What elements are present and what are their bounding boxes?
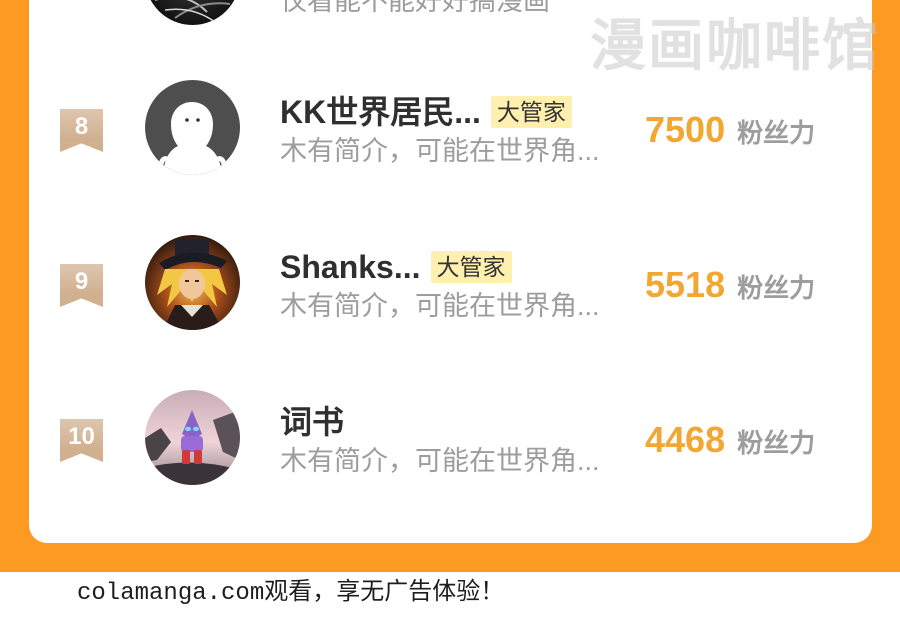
rank-badge: 9 [60, 264, 103, 307]
list-item[interactable]: 9 Shanks... 大管家 木有简介，可能在世界角... 5518 粉丝力 [0, 235, 900, 335]
user-bio: 木有简介，可能在世界角... [280, 291, 600, 321]
role-badge: 大管家 [490, 96, 572, 128]
rank-badge: 10 [60, 419, 103, 462]
user-name: KK世界居民... [280, 94, 481, 130]
name-line: KK世界居民... 大管家 [280, 93, 572, 131]
fan-power-label: 粉丝力 [737, 428, 816, 458]
ranking-list: 仅看能不能好好搞漫画 8 KK世界居民... 大管家 木有简介，可能在世界角..… [0, 0, 900, 572]
list-item[interactable]: 8 KK世界居民... 大管家 木有简介，可能在世界角... 7500 粉丝力 [0, 80, 900, 180]
name-line: 词书 [280, 403, 344, 441]
fan-power-label: 粉丝力 [737, 273, 816, 303]
fan-power-value: 4468 [645, 419, 726, 460]
footer: colamanga.com观看，享无广告体验！ [0, 572, 900, 640]
user-name: 词书 [280, 404, 345, 440]
rank-badge: 8 [60, 109, 103, 152]
list-item[interactable]: 10 词书 木有简介，可能在世界角... 4468 粉丝力 [0, 390, 900, 490]
default-user-avatar[interactable] [145, 80, 240, 175]
fan-power: 4468 粉丝力 [645, 420, 815, 460]
name-line: Shanks... 大管家 [280, 248, 512, 286]
fan-power: 7500 粉丝力 [645, 110, 815, 150]
fan-power-value: 7500 [645, 109, 726, 150]
fan-power: 5518 粉丝力 [645, 265, 815, 305]
user-avatar[interactable] [145, 0, 240, 25]
user-bio: 仅看能不能好好搞漫画 [280, 0, 550, 16]
fan-power-value: 5518 [645, 264, 726, 305]
role-badge: 大管家 [430, 251, 512, 283]
footer-text: colamanga.com观看，享无广告体验！ [77, 580, 505, 607]
user-avatar[interactable] [145, 390, 240, 485]
fan-power-label: 粉丝力 [737, 118, 816, 148]
list-item[interactable]: 仅看能不能好好搞漫画 [0, 0, 900, 30]
fan-ranking-screen: 漫画咖啡馆 仅看能不能好好搞漫画 8 KK世界居民... 大管家 木有简介，可能… [0, 0, 900, 640]
user-bio: 木有简介，可能在世界角... [280, 136, 600, 166]
user-name: Shanks... [280, 249, 421, 285]
user-avatar[interactable] [145, 235, 240, 330]
user-bio: 木有简介，可能在世界角... [280, 446, 600, 476]
